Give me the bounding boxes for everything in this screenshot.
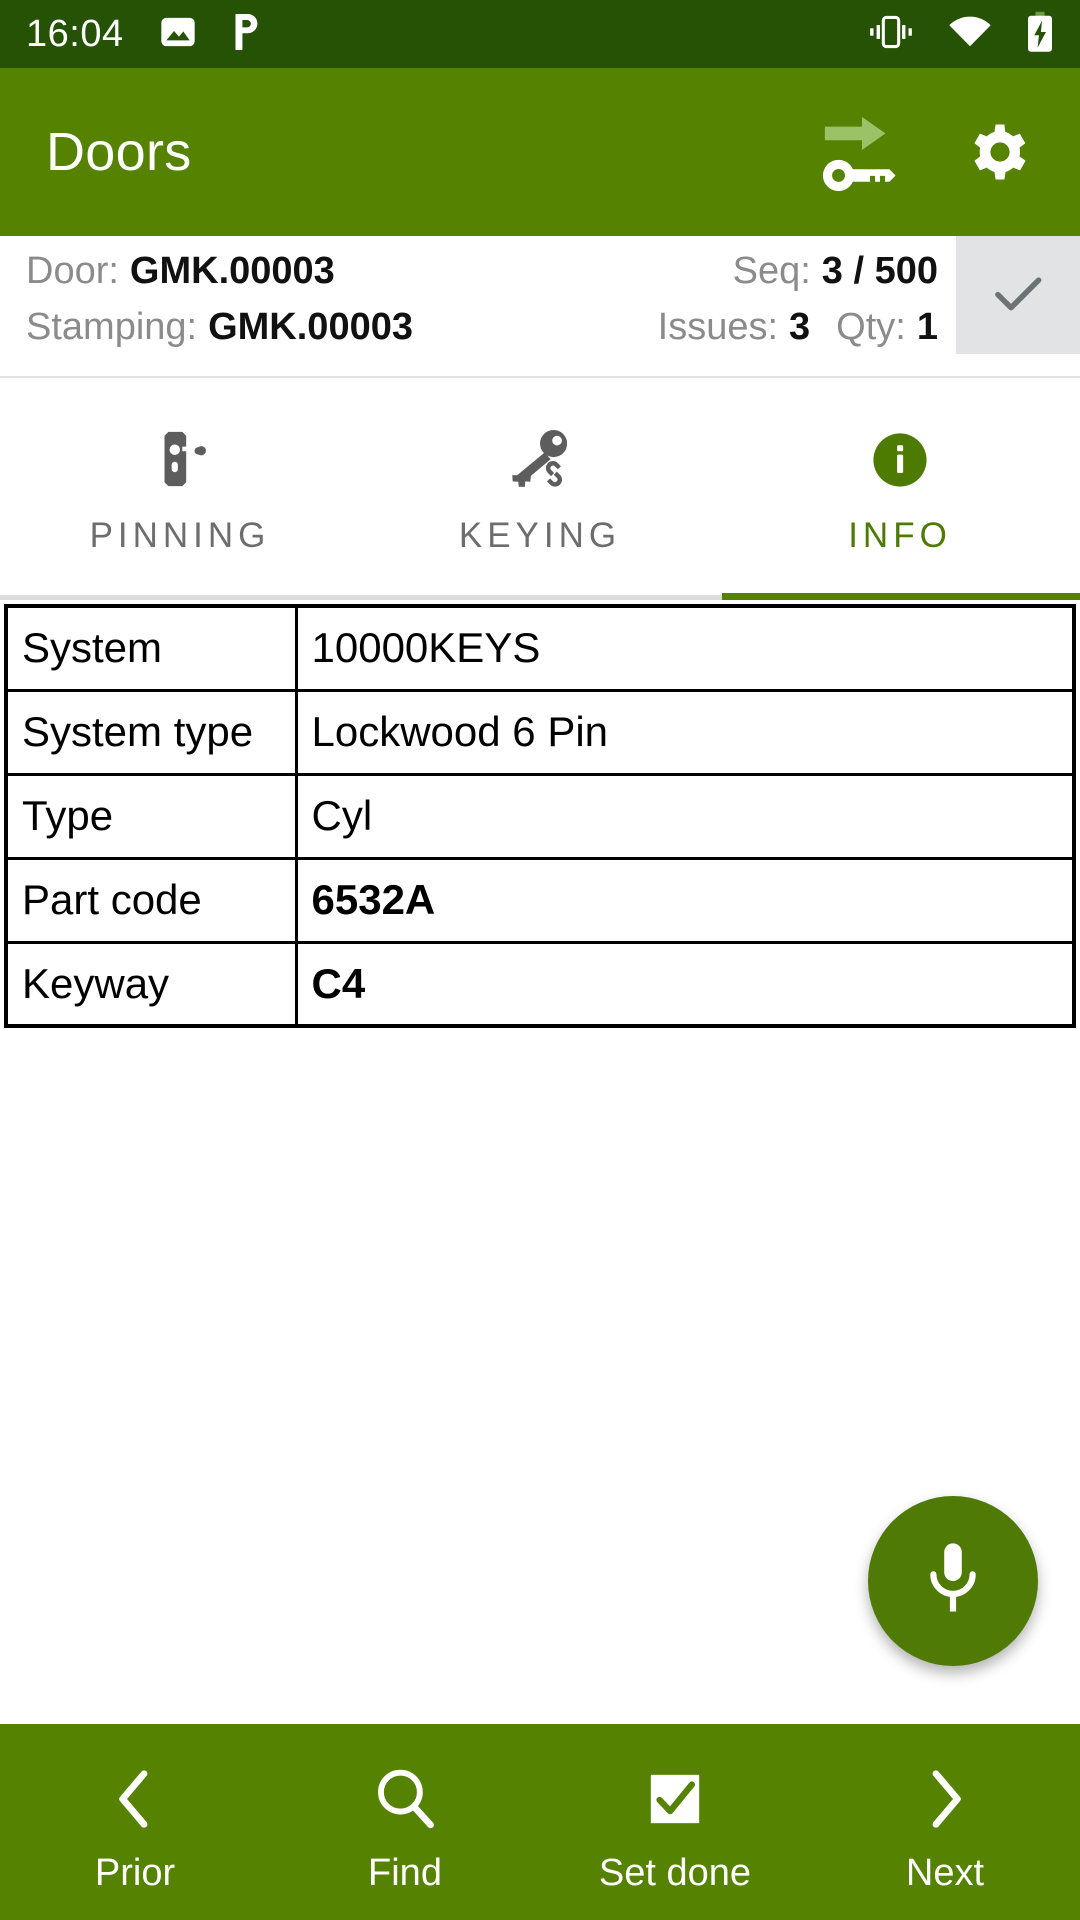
tab-pinning-label: PINNING (89, 516, 271, 555)
qty-label: Qty: (836, 306, 906, 348)
wifi-icon (948, 15, 992, 54)
tab-active-indicator (721, 593, 1080, 600)
nav-next-label: Next (905, 1851, 985, 1894)
battery-charging-icon (1026, 11, 1054, 58)
door-info-row-2: Stamping: GMK.00003 Issues: 3 Qty: 1 (26, 306, 956, 362)
done-toggle-button[interactable] (956, 236, 1080, 354)
tab-keying-label: KEYING (458, 516, 622, 555)
issues-label: Issues: (657, 306, 779, 348)
status-bar: 16:04 (0, 0, 1080, 68)
table-cell-key: System type (4, 688, 298, 776)
table-row[interactable]: System 10000KEYS (4, 604, 1076, 692)
table-cell-value: C4 (294, 940, 1076, 1028)
door-label: Door: (26, 250, 119, 292)
app-bar-actions (816, 106, 1046, 198)
table-cell-key: Part code (4, 856, 298, 944)
microphone-icon (922, 1540, 984, 1623)
table-row[interactable]: Keyway C4 (4, 940, 1076, 1028)
nav-find-label: Find (368, 1851, 442, 1894)
table-cell-key: Keyway (4, 940, 298, 1028)
door-handle-lock-icon (149, 430, 211, 490)
key-transfer-icon[interactable] (816, 106, 908, 198)
table-row[interactable]: System type Lockwood 6 Pin (4, 688, 1076, 776)
status-system-icons (868, 11, 1054, 58)
nav-prior-button[interactable]: Prior (0, 1724, 270, 1920)
table-cell-key: System (4, 604, 298, 692)
nav-set-done-button[interactable]: Set done (540, 1724, 810, 1920)
tab-bar: PINNING KEYING INFO (0, 378, 1080, 600)
pocket-p-icon (228, 11, 264, 58)
status-clock: 16:04 (26, 12, 124, 55)
bottom-navigation: Prior Find Set done Next (0, 1724, 1080, 1920)
chevron-right-icon (923, 1764, 967, 1834)
page-title: Doors (46, 122, 192, 182)
stamping-label: Stamping: (26, 306, 198, 348)
table-row[interactable]: Type Cyl (4, 772, 1076, 860)
tab-info[interactable]: INFO (720, 378, 1080, 600)
checkbox-checked-icon (646, 1764, 704, 1834)
info-table-container: System 10000KEYS System type Lockwood 6 … (0, 600, 1080, 1028)
door-info-strip: Door: GMK.00003 Seq: 3 / 500 Stamping: G… (0, 236, 1080, 378)
table-cell-value: 6532A (294, 856, 1076, 944)
nav-prior-label: Prior (94, 1851, 176, 1894)
vibrate-icon (868, 15, 914, 54)
table-cell-key: Type (4, 772, 298, 860)
issues-value: 3 (789, 306, 811, 348)
chevron-left-icon (113, 1764, 157, 1834)
check-icon (987, 262, 1049, 329)
table-cell-value: Lockwood 6 Pin (294, 688, 1076, 776)
key-link-icon (505, 429, 575, 490)
stamping-value: GMK.00003 (208, 306, 413, 348)
nav-set-done-label: Set done (598, 1851, 752, 1894)
door-info-row-1: Door: GMK.00003 Seq: 3 / 500 (26, 250, 956, 306)
nav-next-button[interactable]: Next (810, 1724, 1080, 1920)
table-cell-value: 10000KEYS (294, 604, 1076, 692)
door-info-grid: Door: GMK.00003 Seq: 3 / 500 Stamping: G… (0, 236, 956, 376)
seq-value: 3 / 500 (821, 250, 938, 292)
search-icon (374, 1764, 436, 1834)
seq-label: Seq: (732, 250, 811, 292)
tab-info-label: INFO (848, 516, 952, 555)
table-row[interactable]: Part code 6532A (4, 856, 1076, 944)
nav-find-button[interactable]: Find (270, 1724, 540, 1920)
app-screen: 16:04 Doors Door: GMK.00003 Seq: 3 / 500… (0, 0, 1080, 1920)
qty-value: 1 (916, 306, 938, 348)
info-table: System 10000KEYS System type Lockwood 6 … (4, 604, 1076, 1028)
door-value: GMK.00003 (129, 250, 335, 292)
gear-icon[interactable] (954, 106, 1046, 198)
tab-pinning[interactable]: PINNING (0, 378, 360, 600)
status-notification-icons (158, 11, 264, 58)
image-icon (158, 12, 198, 57)
table-cell-value: Cyl (294, 772, 1076, 860)
info-circle-icon (871, 430, 929, 490)
voice-input-fab[interactable] (868, 1496, 1038, 1666)
tab-keying[interactable]: KEYING (360, 378, 720, 600)
app-bar: Doors (0, 68, 1080, 236)
